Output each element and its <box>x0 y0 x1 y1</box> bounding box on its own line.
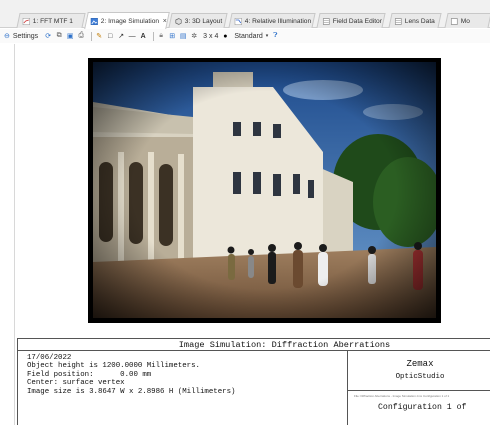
configuration-label: Configuration 1 of <box>378 403 467 412</box>
caption-line: Field position: 0.00 mm <box>27 370 152 379</box>
settings-button[interactable]: Settings <box>13 31 38 41</box>
chevron-down-icon[interactable]: ▾ <box>266 31 269 41</box>
analysis-toolbar: ⊖ Settings ⟳ ⧉ ▣ ⎙ ✎ □ ↗ — A 🔒︎ ⊞ ▤ ✲ 3 … <box>0 29 490 43</box>
copy-icon[interactable]: ⧉ <box>55 31 63 41</box>
tab-field-data-editor[interactable]: Field Data Editor <box>316 13 386 28</box>
image-icon <box>90 17 99 25</box>
toolbar-divider <box>153 31 155 41</box>
horizontal-line-icon[interactable]: — <box>128 31 136 41</box>
caption-line: Image size is 3.8647 W x 2.8986 H (Milli… <box>27 387 236 396</box>
tab-label: 3: 3D Layout <box>184 17 223 25</box>
brand-product: OpticStudio <box>395 373 445 381</box>
editor-icon <box>395 17 402 25</box>
brand-name: Zemax <box>406 359 434 369</box>
refresh-icon[interactable]: ⟳ <box>44 31 52 41</box>
simulated-image-frame <box>88 58 441 323</box>
settings-icon[interactable]: ⊖ <box>4 31 10 41</box>
stop-icon[interactable]: ● <box>221 31 229 41</box>
save-icon[interactable]: ▣ <box>66 31 74 41</box>
text-icon[interactable]: A <box>139 31 147 41</box>
tab-more[interactable]: Mo <box>444 13 490 28</box>
window-icon[interactable]: ▤ <box>179 31 187 41</box>
chart-icon <box>22 17 31 25</box>
standard-dropdown[interactable]: Standard <box>234 31 262 41</box>
grid-icon[interactable]: ⊞ <box>168 31 176 41</box>
tab-label: Field Data Editor <box>332 17 383 25</box>
tab-fft-mtf[interactable]: 1: FFT MTF 1 <box>16 13 86 28</box>
caption-line: Object height is 1200.0000 Millimeters. <box>27 362 200 371</box>
tab-lens-data[interactable]: Lens Data <box>388 13 442 28</box>
line-icon[interactable]: ↗ <box>117 31 125 41</box>
tab-label: 2: Image Simulation <box>100 17 160 25</box>
tab-relative-illumination[interactable]: 4: Relative Illumination <box>228 13 316 28</box>
tab-label: Lens Data <box>404 17 435 25</box>
tab-bar: 1: FFT MTF 1 2: Image Simulation × 3: 3D… <box>0 0 490 29</box>
file-info: File: Diffraction Aberrations - Image Si… <box>354 394 450 398</box>
caption-title: Image Simulation: Diffraction Aberration… <box>18 339 490 351</box>
print-icon[interactable]: ⎙ <box>77 31 85 41</box>
caption-details: 17/06/2022 Object height is 1200.0000 Mil… <box>27 354 357 396</box>
layout-dropdown-icon[interactable]: ✲ <box>190 31 198 41</box>
editor-icon <box>451 17 458 25</box>
help-icon[interactable]: ❓︎ <box>271 31 279 41</box>
tab-3d-layout[interactable]: 3: 3D Layout <box>168 13 228 28</box>
tab-image-simulation[interactable]: 2: Image Simulation × <box>84 12 170 29</box>
toolbar-divider <box>91 31 93 41</box>
caption-brand-panel: Zemax OpticStudio File: Diffraction Aber… <box>347 351 490 425</box>
caption-line: 17/06/2022 <box>27 354 72 362</box>
pencil-icon[interactable]: ✎ <box>95 31 103 41</box>
layout-dropdown[interactable]: 3 x 4 <box>203 31 218 41</box>
layout-3d-icon <box>175 17 182 25</box>
tab-label: Mo <box>460 17 471 25</box>
editor-icon <box>323 17 330 25</box>
brand-box: Zemax OpticStudio <box>348 351 490 391</box>
lock-icon[interactable]: 🔒︎ <box>157 31 165 41</box>
tab-label: 1: FFT MTF 1 <box>32 17 74 25</box>
caption-line: Center: surface vertex <box>27 379 125 388</box>
simulated-image <box>93 62 436 318</box>
panel-divider <box>14 44 15 425</box>
analysis-caption: Image Simulation: Diffraction Aberration… <box>17 338 490 425</box>
close-icon[interactable]: × <box>163 18 167 25</box>
chart-icon <box>234 17 243 25</box>
tab-label: 4: Relative Illumination <box>244 17 312 25</box>
rectangle-icon[interactable]: □ <box>106 31 114 41</box>
